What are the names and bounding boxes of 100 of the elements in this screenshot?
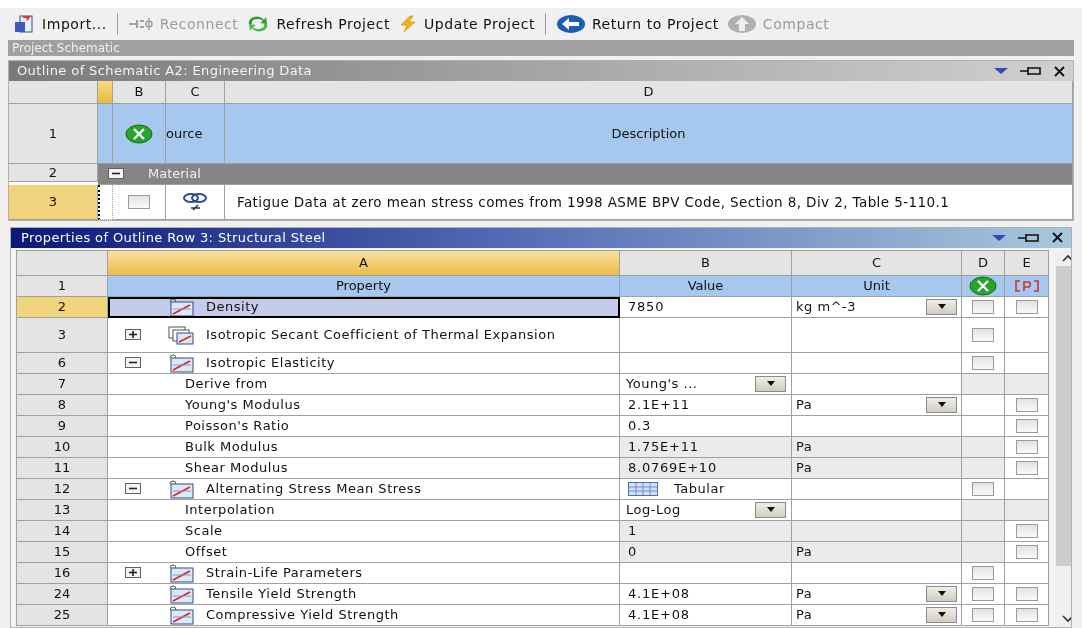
toolbar-button[interactable]: Update Project xyxy=(394,13,539,35)
dropdown-icon[interactable] xyxy=(992,234,1006,241)
value-text: Tabular xyxy=(674,479,725,498)
expand-icon[interactable] xyxy=(125,329,141,340)
property-name: Isotropic Elasticity xyxy=(206,355,337,370)
property-name: Bulk Modulus xyxy=(184,437,278,456)
group-label: Material xyxy=(148,165,201,183)
checkbox[interactable] xyxy=(1015,439,1038,454)
collapse-icon[interactable] xyxy=(108,168,124,180)
column-header: E xyxy=(1005,250,1049,276)
checkbox[interactable] xyxy=(1015,418,1038,433)
unit-dropdown[interactable]: Pa xyxy=(796,604,957,625)
property-name: Derive from xyxy=(184,374,268,393)
checkbox[interactable] xyxy=(972,327,994,342)
unit-dropdown[interactable]: Pa xyxy=(796,583,957,604)
unit-text: Pa xyxy=(796,458,813,477)
row-number: 15 xyxy=(17,541,108,563)
value-dropdown[interactable]: Log-Log xyxy=(626,499,786,520)
checkbox[interactable] xyxy=(128,194,150,209)
property-name: Tensile Yield Strength xyxy=(206,586,358,601)
row-number: 2 xyxy=(17,296,108,318)
value-text: 1 xyxy=(627,521,638,540)
value-text: 4.1E+08 xyxy=(627,605,690,624)
plug-icon xyxy=(127,17,154,31)
stacked-charts-icon xyxy=(167,324,197,345)
property-name: Poisson's Ratio xyxy=(184,416,290,435)
column-title: Unit xyxy=(863,276,890,295)
checkbox[interactable] xyxy=(1015,523,1038,538)
checkbox[interactable] xyxy=(1015,586,1038,601)
link-icon xyxy=(182,191,208,212)
column-title: Value xyxy=(687,276,724,295)
checkbox[interactable] xyxy=(972,355,994,370)
toolbar-button[interactable]: Import... xyxy=(10,13,111,35)
row-number: 12 xyxy=(17,478,108,500)
property-name: Shear Modulus xyxy=(184,458,288,477)
property-name: Strain-Life Parameters xyxy=(206,565,364,580)
toolbar-button[interactable]: Refresh Project xyxy=(242,13,395,35)
value-text: 4.1E+08 xyxy=(627,584,690,603)
checkbox[interactable] xyxy=(972,586,994,601)
unit-text: Pa xyxy=(796,437,813,456)
property-name: Young's Modulus xyxy=(184,395,301,414)
property-name: Isotropic Secant Coefficient of Thermal Expansion xyxy=(206,327,557,342)
property-name: Offset xyxy=(184,542,228,561)
pin-icon[interactable] xyxy=(1020,66,1042,76)
parameter-link-icon xyxy=(1013,277,1040,294)
property-name: Density xyxy=(206,299,261,314)
expand-icon[interactable] xyxy=(125,567,141,578)
checkbox[interactable] xyxy=(1015,544,1038,559)
unit-dropdown[interactable]: Pa xyxy=(796,394,957,415)
value-text: 0.3 xyxy=(627,416,651,435)
value-dropdown[interactable]: Young's ... xyxy=(626,373,786,394)
pin-icon[interactable] xyxy=(1018,232,1040,243)
row-number: 25 xyxy=(17,604,108,626)
row-number: 1 xyxy=(17,275,108,297)
checkbox[interactable] xyxy=(1015,397,1038,412)
dropdown-icon[interactable] xyxy=(994,68,1008,74)
property-name: Compressive Yield Strength xyxy=(206,607,400,622)
collapse-icon[interactable] xyxy=(125,483,141,494)
row-number: 3 xyxy=(9,184,98,220)
row-number: 9 xyxy=(17,415,108,437)
cancel-icon xyxy=(125,123,153,144)
row-number: 6 xyxy=(17,352,108,374)
row-number: 2 xyxy=(9,164,98,182)
checkbox[interactable] xyxy=(1015,460,1038,475)
checkbox[interactable] xyxy=(972,565,994,580)
row-number: 16 xyxy=(17,562,108,584)
checkbox[interactable] xyxy=(972,299,994,314)
column-header: D xyxy=(225,81,1073,104)
table-icon xyxy=(628,481,658,496)
value-text: 0 xyxy=(627,542,638,561)
checkbox[interactable] xyxy=(972,481,994,496)
row-number: 11 xyxy=(17,457,108,479)
row-number: 3 xyxy=(17,317,108,353)
caret-icon xyxy=(766,507,775,512)
unit-dropdown[interactable]: kg m^-3 xyxy=(796,296,957,317)
close-icon[interactable] xyxy=(1054,65,1065,77)
toolbar-button[interactable]: Return to Project xyxy=(551,13,723,35)
collapse-icon[interactable] xyxy=(125,357,141,368)
checkbox[interactable] xyxy=(1015,607,1038,622)
column-header: C xyxy=(166,81,225,104)
checkbox[interactable] xyxy=(972,607,994,622)
column-title: Description xyxy=(611,124,686,143)
column-header: A xyxy=(108,250,620,276)
value-text: 7850 xyxy=(627,297,665,316)
row-number: 13 xyxy=(17,499,108,521)
row-number: 24 xyxy=(17,583,108,605)
chart-icon xyxy=(167,478,197,499)
chart-icon xyxy=(167,296,197,317)
column-header: B xyxy=(620,250,792,276)
close-icon[interactable] xyxy=(1052,232,1063,243)
column-header: B xyxy=(113,81,166,104)
row-number: 7 xyxy=(17,373,108,395)
property-name: Interpolation xyxy=(184,500,275,519)
document-icon xyxy=(14,15,36,33)
caret-icon xyxy=(937,402,946,407)
property-name: Alternating Stress Mean Stress xyxy=(206,481,423,496)
chart-icon xyxy=(167,352,197,373)
checkbox[interactable] xyxy=(1015,299,1038,314)
column-title: ource xyxy=(166,124,203,143)
caret-icon xyxy=(766,381,775,386)
